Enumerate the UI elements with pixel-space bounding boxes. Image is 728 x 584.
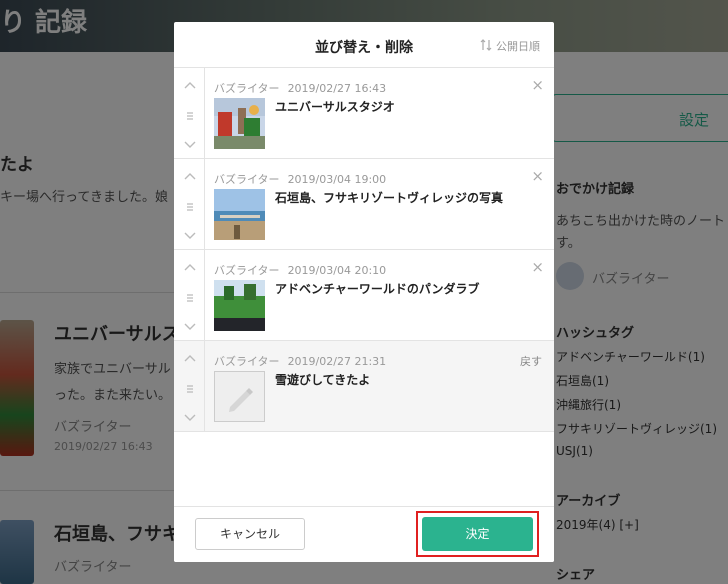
- item-thumbnail: [214, 371, 265, 422]
- item-title: 石垣島、フサキリゾートヴィレッジの写真: [275, 191, 504, 205]
- item-author: バズライター: [214, 82, 280, 95]
- chevron-up-icon[interactable]: [183, 260, 197, 274]
- cancel-button[interactable]: キャンセル: [195, 518, 305, 550]
- drag-handle-icon[interactable]: [183, 199, 197, 213]
- item-meta: バズライター 2019/02/27 16:43: [214, 80, 386, 96]
- sort-delete-modal: 並び替え・削除 公開日順 バズライター 2019/02/27 16:43 ユニバー…: [174, 22, 554, 562]
- drag-handle-icon[interactable]: [183, 290, 197, 304]
- list-item[interactable]: バズライター 2019/03/04 19:00 石垣島、フサキリゾートヴィレッジの…: [174, 159, 554, 250]
- modal-header: 並び替え・削除 公開日順: [174, 22, 554, 68]
- item-thumbnail: [214, 280, 265, 331]
- restore-link[interactable]: 戻す: [520, 353, 542, 369]
- item-controls: [174, 341, 205, 431]
- list-item[interactable]: バズライター 2019/03/04 20:10 アドベンチャーワールドのパンダラブ…: [174, 250, 554, 341]
- item-title: ユニバーサルスタジオ: [275, 100, 395, 114]
- item-date: 2019/03/04 19:00: [287, 173, 387, 186]
- sort-order-label: 公開日順: [496, 40, 540, 53]
- item-meta: バズライター 2019/02/27 21:31: [214, 353, 386, 369]
- sort-order-toggle[interactable]: 公開日順: [480, 38, 540, 54]
- chevron-up-icon[interactable]: [183, 351, 197, 365]
- item-author: バズライター: [214, 264, 280, 277]
- list-item[interactable]: バズライター 2019/02/27 16:43 ユニバーサルスタジオ ×: [174, 68, 554, 159]
- item-meta: バズライター 2019/03/04 19:00: [214, 171, 386, 187]
- post-list: バズライター 2019/02/27 16:43 ユニバーサルスタジオ × バズライ…: [174, 68, 554, 432]
- sort-icon: [480, 38, 492, 54]
- drag-handle-icon[interactable]: [183, 108, 197, 122]
- chevron-up-icon[interactable]: [183, 78, 197, 92]
- modal-footer: キャンセル 決定: [174, 506, 554, 562]
- chevron-up-icon[interactable]: [183, 169, 197, 183]
- close-icon[interactable]: ×: [531, 258, 544, 276]
- item-author: バズライター: [214, 173, 280, 186]
- item-author: バズライター: [214, 355, 280, 368]
- chevron-down-icon[interactable]: [183, 409, 197, 423]
- chevron-down-icon[interactable]: [183, 136, 197, 150]
- item-controls: [174, 159, 205, 249]
- item-thumbnail: [214, 189, 265, 240]
- drag-handle-icon[interactable]: [183, 381, 197, 395]
- item-controls: [174, 250, 205, 340]
- confirm-button[interactable]: 決定: [422, 517, 533, 551]
- item-title: アドベンチャーワールドのパンダラブ: [275, 282, 480, 296]
- item-meta: バズライター 2019/03/04 20:10: [214, 262, 386, 278]
- item-date: 2019/02/27 21:31: [287, 355, 387, 368]
- chevron-down-icon[interactable]: [183, 318, 197, 332]
- item-controls: [174, 68, 205, 158]
- item-date: 2019/02/27 16:43: [287, 82, 387, 95]
- list-item[interactable]: バズライター 2019/02/27 21:31 雪遊びしてきたよ 戻す: [174, 341, 554, 432]
- close-icon[interactable]: ×: [531, 167, 544, 185]
- item-title: 雪遊びしてきたよ: [275, 373, 371, 387]
- close-icon[interactable]: ×: [531, 76, 544, 94]
- item-date: 2019/03/04 20:10: [287, 264, 387, 277]
- chevron-down-icon[interactable]: [183, 227, 197, 241]
- item-thumbnail: [214, 98, 265, 149]
